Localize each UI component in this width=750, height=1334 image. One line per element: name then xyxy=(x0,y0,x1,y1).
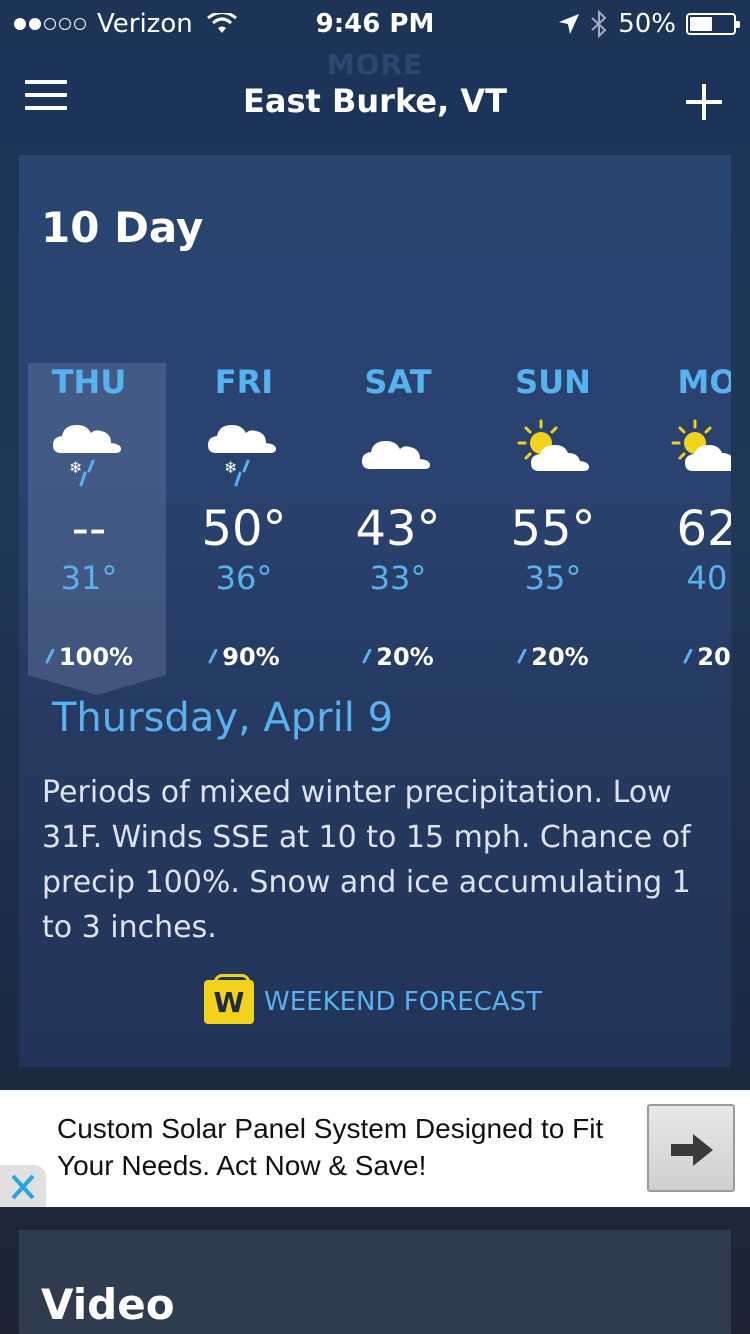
card-title: 10 Day xyxy=(41,203,204,252)
day-low-temp: 40 xyxy=(686,559,728,597)
day-name: SUN xyxy=(515,363,591,401)
day-precip-chance: 20% xyxy=(328,643,468,671)
precip-value: 20% xyxy=(531,643,589,671)
snow-rain-icon: ❄ xyxy=(174,413,314,493)
snow-rain-icon: ❄ xyxy=(19,413,159,493)
day-name: THU xyxy=(51,363,127,401)
day-column-sat[interactable]: SAT 43° 33° 20% xyxy=(328,363,468,671)
raindrop-icon xyxy=(45,649,55,664)
detail-description: Periods of mixed winter precipitation. L… xyxy=(42,775,691,945)
day-name: SAT xyxy=(364,363,432,401)
day-precip-chance: 20% xyxy=(483,643,623,671)
detail-date: Thursday, April 9 xyxy=(52,695,394,741)
close-icon xyxy=(11,1174,35,1200)
ten-day-card: 10 Day THU ❄ -- 31° 100% FRI ❄ 50° 36° 90% SAT 43° 3… xyxy=(19,155,731,1067)
partly-sunny-icon xyxy=(483,413,623,493)
day-low-temp: 33° xyxy=(369,559,427,597)
day-column-sun[interactable]: SUN 55° 35° 20% xyxy=(483,363,623,671)
raindrop-icon xyxy=(208,649,218,664)
weekend-badge-icon: W xyxy=(204,974,254,1024)
day-high-temp: 55° xyxy=(510,501,596,557)
day-low-temp: 35° xyxy=(524,559,582,597)
weekend-forecast-link[interactable]: W WEEKEND FORECAST xyxy=(204,974,543,1024)
battery-percent: 50% xyxy=(618,9,676,39)
status-bar: Verizon 9:46 PM 50% xyxy=(0,0,750,50)
day-name: FRI xyxy=(214,363,274,401)
weekend-forecast-label: WEEKEND FORECAST xyxy=(264,987,543,1017)
precip-value: 20 xyxy=(697,643,731,671)
day-low-temp: 31° xyxy=(60,559,118,597)
ad-close-button[interactable] xyxy=(0,1165,46,1207)
day-precip-chance: 20 xyxy=(637,643,731,671)
day-column-fri[interactable]: FRI ❄ 50° 36° 90% xyxy=(174,363,314,671)
day-high-temp: 43° xyxy=(355,501,441,557)
precip-value: 100% xyxy=(58,643,134,671)
add-location-button[interactable] xyxy=(686,84,722,120)
ad-text: Custom Solar Panel System Designed to Fi… xyxy=(57,1113,604,1181)
partly-sunny-icon xyxy=(637,413,731,493)
video-section: Video xyxy=(19,1230,731,1334)
precip-value: 90% xyxy=(222,643,280,671)
day-high-temp: 62 xyxy=(676,501,731,557)
day-precip-chance: 90% xyxy=(174,643,314,671)
arrow-right-icon xyxy=(671,1134,713,1166)
more-ghost-label: MORE xyxy=(326,48,424,81)
day-column-thu[interactable]: THU ❄ -- 31° 100% xyxy=(19,363,159,671)
bluetooth-icon xyxy=(591,10,607,38)
video-title: Video xyxy=(41,1280,175,1329)
day-precip-chance: 100% xyxy=(19,643,159,671)
location-arrow-icon xyxy=(559,14,580,34)
day-high-temp: -- xyxy=(71,501,107,557)
ad-arrow-button[interactable] xyxy=(647,1104,735,1192)
day-name: MO xyxy=(677,363,731,401)
day-column-mo[interactable]: MO 62 40 20 xyxy=(637,363,731,671)
raindrop-icon xyxy=(362,649,372,664)
status-right: 50% xyxy=(548,9,740,39)
precip-value: 20% xyxy=(376,643,434,671)
cloud-icon xyxy=(328,413,468,493)
day-low-temp: 36° xyxy=(215,559,273,597)
svg-text:❄: ❄ xyxy=(69,458,82,477)
battery-icon xyxy=(686,13,740,35)
location-title[interactable]: East Burke, VT xyxy=(0,82,750,120)
raindrop-icon xyxy=(517,649,527,664)
raindrop-icon xyxy=(683,649,693,664)
svg-text:❄: ❄ xyxy=(224,458,237,477)
ad-banner[interactable]: Custom Solar Panel System Designed to Fi… xyxy=(0,1090,750,1207)
day-high-temp: 50° xyxy=(201,501,287,557)
